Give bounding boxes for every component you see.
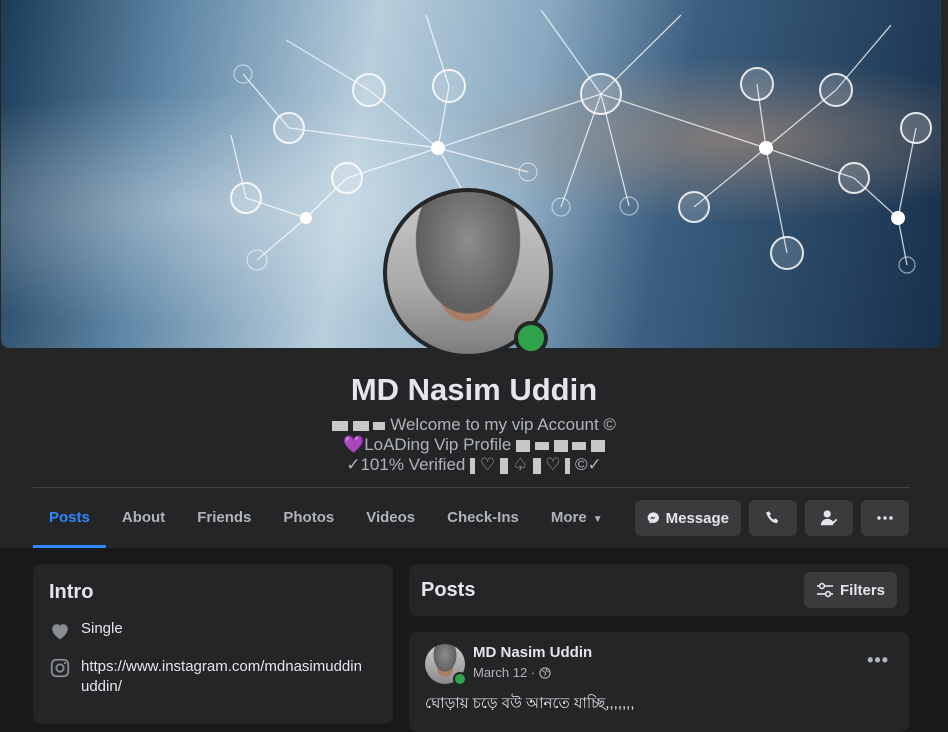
tab-friends[interactable]: Friends [181,500,267,536]
online-status-indicator [453,672,467,686]
relationship-row: Single [49,620,123,642]
heart-symbol: ♡ [545,455,561,474]
decorative-block [352,420,369,431]
friends-button[interactable] [805,500,853,536]
purple-heart-icon: 💜 [343,435,365,454]
decorative-block [373,421,386,430]
bio-text-2: LoADing Vip Profile [364,435,512,454]
relationship-status: Single [81,620,123,637]
decorative-block [470,457,476,474]
tab-photos[interactable]: Photos [267,500,350,536]
filters-button[interactable]: Filters [803,572,897,608]
posts-title: Posts [421,579,476,601]
intro-title: Intro [49,581,94,603]
filters-button-label: Filters [839,581,885,599]
profile-tabs: Posts About Friends Photos Videos Check-… [33,500,619,548]
call-button[interactable] [749,500,797,536]
bio-line-2: 💜LoADing Vip Profile [0,435,948,455]
message-button-label: Message [665,509,729,527]
tab-check-ins[interactable]: Check-Ins [431,500,535,536]
decorative-block [516,439,531,452]
post-author-name[interactable]: MD Nasim Uddin [473,644,592,661]
decorative-block [332,420,349,431]
heart-symbol: ♡ [479,455,496,474]
bio-line-3: ✓101% Verified ♡ ♤ ♡ ©✓ [0,455,948,475]
decorative-block [553,439,568,452]
tab-more-label: More [550,509,587,526]
instagram-icon [50,658,70,678]
more-horizontal-icon [877,516,893,520]
decorative-block [534,441,549,450]
bio-text-3: ✓101% Verified [346,455,466,474]
decorative-block [499,457,508,474]
post-text: ঘোড়ায় চড়ে বউ আনতে যাচ্ছি,,,,,,, [425,695,635,712]
decorative-block [565,457,571,474]
phone-icon [766,511,779,524]
post-card: MD Nasim Uddin March 12 · ••• ঘোড়ায় চড… [409,632,909,732]
bio-text-3-end: ©✓ [575,455,602,474]
profile-actions: Message [635,500,909,536]
post-options-icon[interactable]: ••• [867,650,889,671]
bio-text-1: Welcome to my vip Account © [390,415,616,434]
messenger-icon [647,512,659,524]
more-options-button[interactable] [861,500,909,536]
bio-line-1: Welcome to my vip Account © [0,415,948,435]
heart-icon [52,624,68,640]
decorative-block [590,439,605,452]
caret-down-icon: ▼ [592,514,603,525]
intro-card: Intro Single https://www.instagram.com/m… [33,564,393,724]
header-divider [33,487,910,488]
tab-more[interactable]: More ▼ [535,500,619,536]
profile-name: MD Nasim Uddin [350,372,598,407]
friend-check-icon [820,510,838,526]
post-date[interactable]: March 12 · [473,665,535,680]
tab-about[interactable]: About [106,500,181,536]
spade-symbol: ♤ [512,455,528,474]
post-meta: March 12 · [473,665,551,680]
decorative-block [572,441,587,450]
message-button[interactable]: Message [635,500,741,536]
filter-sliders-icon [816,582,833,598]
instagram-link[interactable]: https://www.instagram.com/mdnasimuddinud… [81,657,369,697]
posts-header-card: Posts Filters [409,564,909,616]
globe-icon [539,666,551,679]
tab-posts[interactable]: Posts [33,500,106,548]
tab-videos[interactable]: Videos [350,500,431,536]
decorative-block [532,457,541,474]
online-status-indicator [514,321,548,355]
instagram-row: https://www.instagram.com/mdnasimuddinud… [49,657,369,697]
